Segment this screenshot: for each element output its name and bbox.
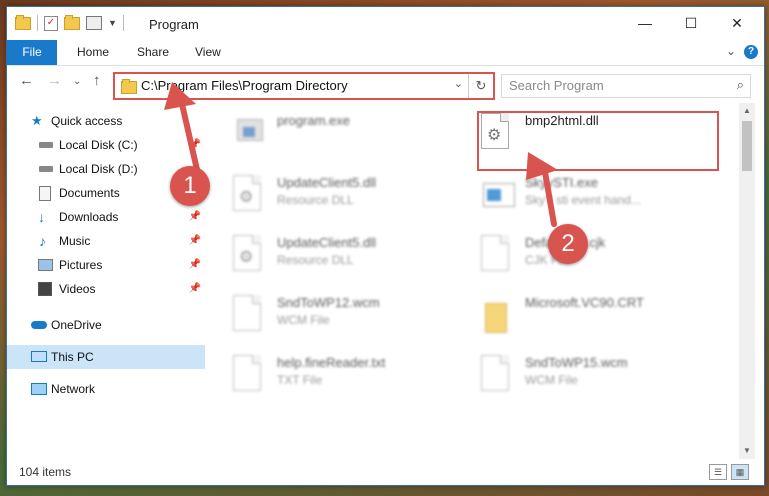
annotation-arrows xyxy=(164,82,558,227)
arrow-2-shaft xyxy=(542,169,557,227)
annotation-marker-1: 1 xyxy=(170,166,210,206)
annotation-marker-2: 2 xyxy=(548,224,588,264)
arrow-2-head xyxy=(526,152,558,180)
arrow-1-head xyxy=(164,82,196,110)
arrow-1-shaft xyxy=(179,101,201,177)
